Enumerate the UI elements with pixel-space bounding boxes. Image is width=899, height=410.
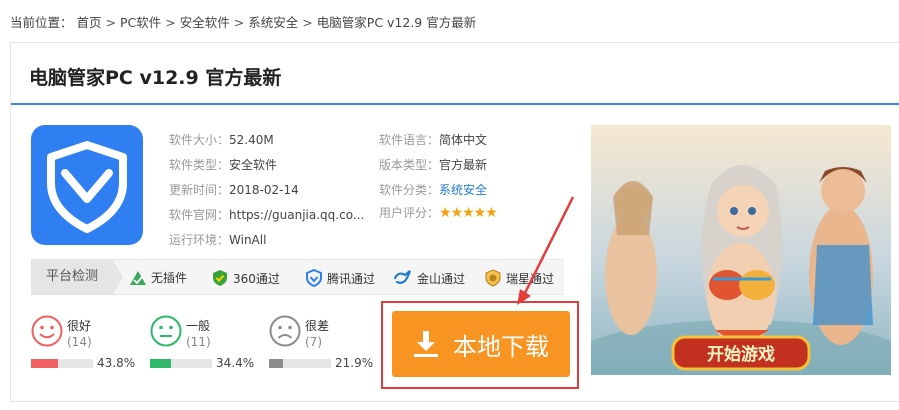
platform-kingsoft-passed: 金山通过 xyxy=(393,269,465,287)
annotation-arrow-icon xyxy=(517,196,575,305)
breadcrumb-item-pc-software[interactable]: PC软件 xyxy=(120,15,161,30)
info-size: 软件大小：52.40M xyxy=(169,133,274,147)
vote-count: (11) xyxy=(186,335,211,349)
rising-lion-icon xyxy=(485,269,501,287)
info-edition: 版本类型：官方最新 xyxy=(379,158,488,172)
breadcrumb-item-home[interactable]: 首页 xyxy=(77,15,102,30)
breadcrumb-separator: > xyxy=(233,15,245,30)
platform-no-plugin: 无插件 xyxy=(129,269,187,286)
neutral-face-icon[interactable] xyxy=(150,315,182,347)
vote-label: 一般 xyxy=(186,319,211,333)
download-arrow-icon xyxy=(414,331,438,357)
ad-start-game-text[interactable]: 开始游戏 xyxy=(707,344,775,365)
page-title: 电脑管家PC v12.9 官方最新 xyxy=(29,67,282,89)
360-shield-icon xyxy=(213,270,227,286)
vote-bar xyxy=(269,359,331,368)
breadcrumb-separator: > xyxy=(105,15,117,30)
vote-average[interactable]: 一般 (11) 34.4% xyxy=(150,315,270,395)
breadcrumb-item-system-security[interactable]: 系统安全 xyxy=(248,15,298,30)
website-link[interactable]: https://guanjia.qq.co... xyxy=(229,208,364,222)
vote-bar-fill xyxy=(150,359,172,368)
breadcrumb-item-security-software[interactable]: 安全软件 xyxy=(180,15,230,30)
vote-label: 很好 xyxy=(67,319,92,333)
breadcrumb-separator: > xyxy=(165,15,176,30)
vote-bad[interactable]: 很差 (7) 21.9% xyxy=(269,315,389,395)
download-label: 本地下载 xyxy=(453,332,549,361)
vote-count: (7) xyxy=(305,335,322,349)
title-bar: 电脑管家PC v12.9 官方最新 xyxy=(11,43,899,105)
software-card: 电脑管家PC v12.9 官方最新 软件大小：52.40M 软件语言：简体中文 … xyxy=(10,42,899,402)
info-website: 软件官网：https://guanjia.qq.co... xyxy=(169,208,365,222)
breadcrumb: 当前位置： 首页 > PC软件 > 安全软件 > 系统安全 > 电脑管家PC v12.9 官方最新 xyxy=(10,12,480,31)
category-link[interactable]: 系统安全 xyxy=(439,183,487,197)
sad-face-icon[interactable] xyxy=(269,315,301,347)
vote-count: (14) xyxy=(67,335,92,349)
tencent-shield-icon xyxy=(306,269,322,287)
info-rating: 用户评分：★★★★★ xyxy=(379,205,498,221)
info-category: 软件分类：系统安全 xyxy=(379,183,488,197)
game-ad-banner[interactable]: 开始游戏 xyxy=(591,125,891,375)
breadcrumb-item-current: 电脑管家PC v12.9 官方最新 xyxy=(316,15,477,30)
platform-check-bar: 平台检测 无插件 360通过 腾讯通过 金山通过 瑞星通过 xyxy=(31,259,564,295)
breadcrumb-prefix: 当前位置： xyxy=(10,15,73,30)
vote-bar xyxy=(150,359,212,368)
platform-360-passed: 360通过 xyxy=(211,269,280,287)
local-download-button[interactable]: 本地下载 xyxy=(392,311,570,377)
info-updated: 更新时间：2018-02-14 xyxy=(169,183,299,197)
kingsoft-icon xyxy=(393,270,412,284)
platform-check-arrow xyxy=(113,260,123,294)
vote-bar-fill xyxy=(269,359,283,368)
green-triangle-icon xyxy=(130,270,146,285)
info-environment: 运行环境：WinAll xyxy=(169,233,267,247)
smile-face-icon[interactable] xyxy=(31,315,63,347)
vote-bar xyxy=(31,359,93,368)
vote-good[interactable]: 很好 (14) 43.8% xyxy=(31,315,151,395)
vote-percent: 21.9% xyxy=(335,356,374,370)
app-logo xyxy=(31,125,143,245)
info-language: 软件语言：简体中文 xyxy=(379,133,488,147)
platform-check-label: 平台检测 xyxy=(31,260,113,294)
vote-percent: 34.4% xyxy=(216,356,255,370)
vote-percent: 43.8% xyxy=(97,356,136,370)
platform-tencent-passed: 腾讯通过 xyxy=(305,269,375,287)
vote-bar-fill xyxy=(31,359,59,368)
rating-stars: ★★★★★ xyxy=(439,205,498,221)
info-type: 软件类型：安全软件 xyxy=(169,158,278,172)
breadcrumb-separator: > xyxy=(302,15,313,30)
game-ad-image: 开始游戏 xyxy=(591,125,891,375)
tencent-shield-logo-icon xyxy=(47,141,127,233)
vote-label: 很差 xyxy=(305,319,330,333)
